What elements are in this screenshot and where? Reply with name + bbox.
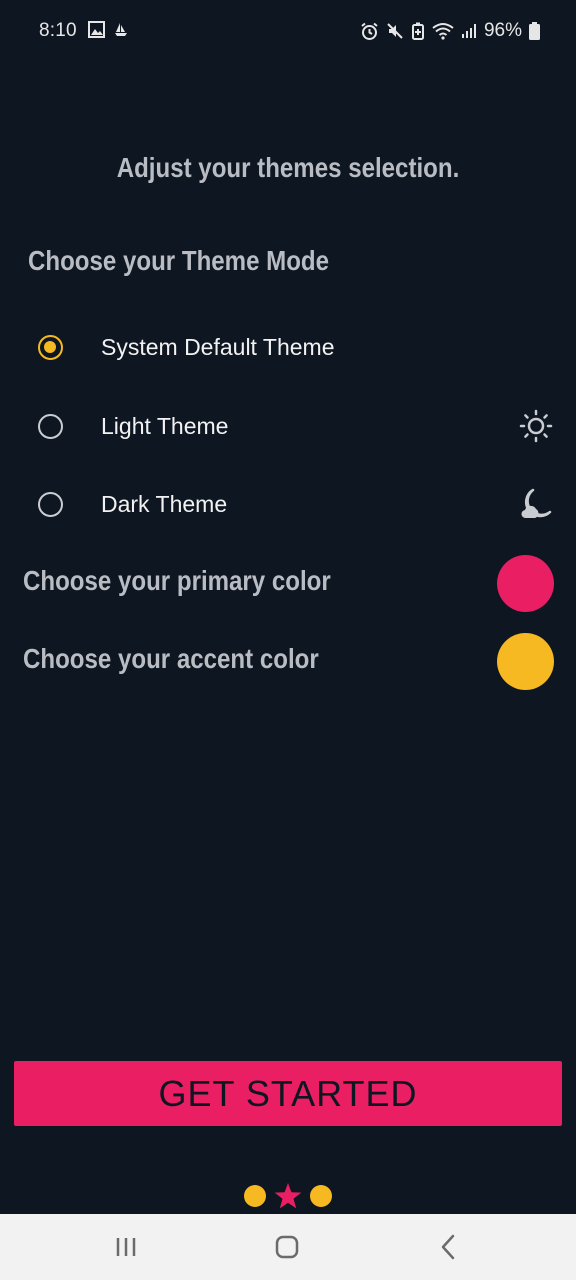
status-left-icons [88, 21, 129, 38]
theme-mode-title: Choose your Theme Mode [28, 245, 330, 276]
page-headline: Adjust your themes selection. [116, 152, 460, 183]
get-started-button[interactable]: GET STARTED [14, 1061, 562, 1126]
primary-color-row[interactable]: Choose your primary color [0, 553, 576, 613]
radio-unselected[interactable] [38, 414, 63, 439]
page-dot[interactable] [310, 1185, 332, 1207]
accent-color-row[interactable]: Choose your accent color [0, 631, 576, 691]
page-dot[interactable] [244, 1185, 266, 1207]
sun-icon [519, 409, 553, 443]
battery-icon [529, 22, 540, 40]
image-icon [88, 21, 105, 38]
status-right-icons: 96% [360, 20, 540, 42]
radio-selected[interactable] [38, 335, 63, 360]
battery-saver-icon [411, 22, 424, 40]
wifi-icon [432, 23, 454, 40]
theme-option-label: Dark Theme [101, 491, 228, 517]
primary-color-swatch[interactable] [497, 555, 554, 612]
theme-option-label: Light Theme [101, 413, 229, 439]
radio-unselected[interactable] [38, 492, 63, 517]
back-icon[interactable] [432, 1231, 464, 1263]
recent-apps-icon[interactable] [110, 1231, 142, 1263]
theme-option-light[interactable]: Light Theme [0, 396, 576, 456]
alarm-icon [361, 22, 378, 40]
boat-icon [115, 23, 127, 36]
status-bar: 8:10 96% [0, 0, 576, 44]
page-indicator [0, 1182, 576, 1210]
theme-setup-screen: Adjust your themes selection. Choose you… [0, 44, 576, 1214]
star-icon[interactable] [274, 1182, 302, 1210]
battery-percent: 96% [483, 20, 522, 41]
system-nav-bar [0, 1214, 576, 1280]
status-time: 8:10 [39, 20, 77, 41]
home-icon[interactable] [271, 1231, 303, 1263]
moon-icon [521, 488, 552, 519]
primary-color-label: Choose your primary color [23, 565, 331, 596]
accent-color-label: Choose your accent color [23, 643, 319, 674]
theme-option-system-default[interactable]: System Default Theme [0, 317, 576, 377]
accent-color-swatch[interactable] [497, 633, 554, 690]
theme-option-label: System Default Theme [101, 334, 335, 360]
theme-option-dark[interactable]: Dark Theme [0, 474, 576, 534]
signal-icon [461, 24, 476, 38]
mute-icon [387, 23, 403, 39]
